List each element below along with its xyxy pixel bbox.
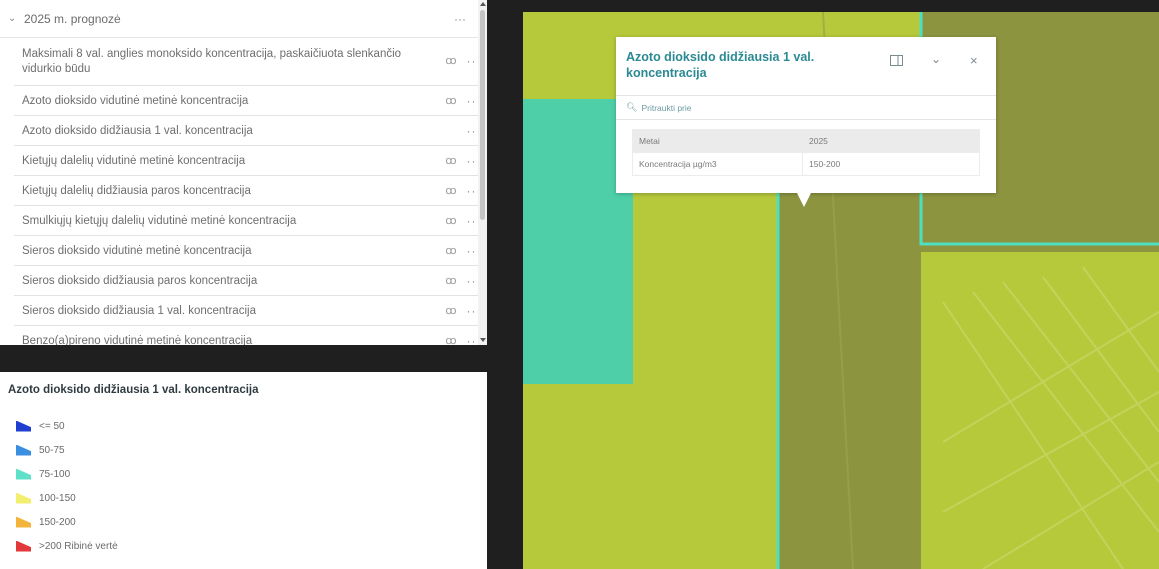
dock-icon[interactable] <box>890 55 903 69</box>
visibility-icon[interactable]: ꝏ <box>441 304 461 317</box>
legend-swatch <box>16 468 31 480</box>
layer-item[interactable]: Smulkiųjų kietųjų dalelių vidutinė metin… <box>14 206 487 236</box>
table-row: Metai 2025 <box>632 129 980 153</box>
scrollbar-thumb[interactable] <box>480 10 485 220</box>
layer-item-label: Kietųjų dalelių vidutinė metinė koncentr… <box>22 154 246 167</box>
layer-item-label: Sieros dioksido didžiausia 1 val. koncen… <box>22 304 256 317</box>
visibility-icon[interactable]: ꝏ <box>441 184 461 197</box>
layer-item[interactable]: Sieros dioksido didžiausia 1 val. koncen… <box>14 296 487 326</box>
chevron-down-icon[interactable]: ⌄ <box>8 13 24 24</box>
legend-swatch <box>16 444 31 456</box>
layer-item-label: Sieros dioksido didžiausia paros koncent… <box>22 274 258 287</box>
visibility-icon[interactable]: ꝏ <box>441 54 461 69</box>
layer-item[interactable]: Sieros dioksido didžiausia paros koncent… <box>14 266 487 296</box>
close-icon[interactable]: × <box>970 53 978 68</box>
popup-divider <box>616 95 996 96</box>
scroll-up-arrow-icon[interactable] <box>480 2 486 6</box>
visibility-icon[interactable]: ꝏ <box>441 244 461 257</box>
layer-item-label: Azoto dioksido vidutinė metinė koncentra… <box>22 94 249 107</box>
layer-group-label: 2025 m. prognozė <box>24 11 121 26</box>
zoom-to-label: Pritraukti prie <box>641 102 692 113</box>
legend-label: <= 50 <box>39 420 65 432</box>
legend-swatch <box>16 516 31 528</box>
legend-swatch <box>16 492 31 504</box>
scroll-down-arrow-icon[interactable] <box>480 338 486 342</box>
legend-label: 50-75 <box>39 444 65 456</box>
layer-item-label: Sieros dioksido vidutinė metinė koncentr… <box>22 244 252 257</box>
attribute-key: Koncentracija µg/m3 <box>632 152 803 176</box>
visibility-icon[interactable]: ꝏ <box>441 94 461 107</box>
legend-item: >200 Ribinė vertė <box>8 534 487 558</box>
attribute-key: Metai <box>632 129 803 153</box>
legend-label: 75-100 <box>39 468 71 480</box>
attribute-value: 2025 <box>802 129 980 153</box>
legend-title: Azoto dioksido didžiausia 1 val. koncent… <box>8 384 259 396</box>
layer-item-label: Azoto dioksido didžiausia 1 val. koncent… <box>22 124 253 137</box>
legend-item: 75-100 <box>8 462 487 486</box>
visibility-icon[interactable]: ꝏ <box>441 214 461 227</box>
chevron-down-icon[interactable]: ⌄ <box>931 52 941 66</box>
layer-item-label: Maksimali 8 val. anglies monoksido konce… <box>22 47 402 75</box>
legend-item: <= 50 <box>8 414 487 438</box>
popup-pointer <box>797 193 811 207</box>
legend-panel: Azoto dioksido didžiausia 1 val. koncent… <box>0 372 487 569</box>
layer-group-2025[interactable]: ⌄ 2025 m. prognozė ··· <box>0 0 487 38</box>
layer-list-panel: ⌄ 2025 m. prognozė ··· Maksimali 8 val. … <box>0 0 487 345</box>
legend-swatch <box>16 420 31 432</box>
popup-title: Azoto dioksido didžiausia 1 val. koncent… <box>626 50 815 80</box>
feature-popup[interactable]: Azoto dioksido didžiausia 1 val. koncent… <box>616 37 996 193</box>
legend-label: 100-150 <box>39 492 76 504</box>
layer-item-label: Smulkiųjų kietųjų dalelių vidutinė metin… <box>22 214 297 227</box>
legend-item: 150-200 <box>8 510 487 534</box>
table-row: Koncentracija µg/m3 150-200 <box>632 152 980 176</box>
visibility-icon[interactable]: ꝏ <box>441 274 461 287</box>
legend-item: 100-150 <box>8 486 487 510</box>
layer-item[interactable]: Kietųjų dalelių didžiausia paros koncent… <box>14 176 487 206</box>
layer-item-label: Benzo(a)pireno vidutinė metinė koncentra… <box>22 334 253 346</box>
layer-item[interactable]: Azoto dioksido didžiausia 1 val. koncent… <box>14 116 487 146</box>
app-window: ⌄ 2025 m. prognozė ··· Maksimali 8 val. … <box>0 0 1159 569</box>
more-options-icon[interactable]: ··· <box>447 12 473 26</box>
visibility-icon[interactable]: ꝏ <box>441 334 461 345</box>
layer-item[interactable]: Maksimali 8 val. anglies monoksido konce… <box>14 38 487 86</box>
layer-item[interactable]: Kietųjų dalelių vidutinė metinė koncentr… <box>14 146 487 176</box>
layer-item[interactable]: Sieros dioksido vidutinė metinė koncentr… <box>14 236 487 266</box>
visibility-icon[interactable]: ꝏ <box>441 154 461 167</box>
zoom-in-icon: 🔍︎ <box>626 102 638 112</box>
popup-attribute-table: Metai 2025 Koncentracija µg/m3 150-200 <box>632 129 980 176</box>
layer-item-label: Kietųjų dalelių didžiausia paros koncent… <box>22 184 251 197</box>
legend-label: 150-200 <box>39 516 76 528</box>
legend-swatch <box>16 540 31 552</box>
zoom-to-link[interactable]: 🔍︎ Pritraukti prie <box>626 102 692 113</box>
legend-label: >200 Ribinė vertė <box>39 540 118 552</box>
popup-divider <box>616 119 996 120</box>
legend-item: 50-75 <box>8 438 487 462</box>
attribute-value: 150-200 <box>802 152 980 176</box>
layer-item[interactable]: Azoto dioksido vidutinė metinė koncentra… <box>14 86 487 116</box>
layer-item[interactable]: Benzo(a)pireno vidutinė metinė koncentra… <box>14 326 487 346</box>
